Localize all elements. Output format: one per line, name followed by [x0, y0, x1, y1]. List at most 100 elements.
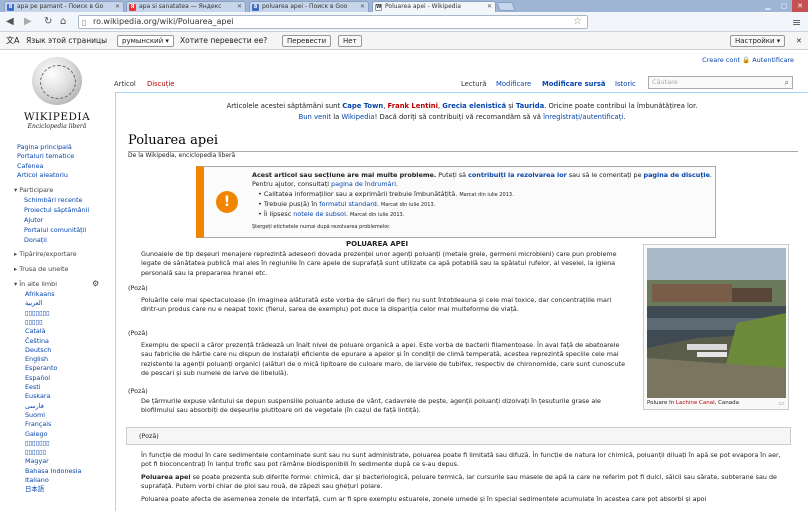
sidebar-item-portals[interactable]: Portaluri tematice — [17, 152, 74, 160]
language-link[interactable]: Čeština — [25, 337, 49, 345]
sidebar-item-cafenea[interactable]: Cafenea — [17, 162, 43, 170]
search-icon[interactable]: ⌕ — [785, 77, 789, 88]
bookmark-star-icon[interactable]: ☆ — [573, 16, 582, 28]
issue-date: Marcat din iulie 2013. — [380, 201, 436, 208]
notice-link-frank-lentini[interactable]: Frank Lentini — [388, 102, 438, 110]
browser-tab-4[interactable]: W Poluarea apei - Wikipedia ✕ — [372, 1, 496, 12]
translate-settings-button[interactable]: Настройки ▾ — [730, 35, 786, 47]
language-link[interactable]: Català — [25, 327, 46, 335]
format-link[interactable]: formatul standard — [319, 200, 377, 208]
notice-link-grecia[interactable]: Grecia elenistică — [442, 102, 506, 110]
notice-link-welcome[interactable]: Bun venit — [299, 113, 332, 121]
language-link[interactable]: ▯▯▯▯▯▯▯ — [25, 309, 50, 317]
notice-link-taurida[interactable]: Taurida — [516, 102, 544, 110]
page-title: Poluarea apei — [128, 133, 219, 148]
translate-label: Язык этой страницы — [26, 36, 108, 45]
translate-question: Хотите перевести ее? — [180, 36, 268, 45]
sidebar-item-main-page[interactable]: Pagina principală — [17, 143, 72, 151]
heading-label: Participare — [19, 186, 54, 194]
language-link[interactable]: العربية — [25, 299, 42, 307]
close-tab-icon[interactable]: ✕ — [237, 2, 242, 12]
page-subtitle: De la Wikipedia, enciclopedia liberă — [128, 152, 236, 159]
language-link[interactable]: Esperanto — [25, 364, 57, 372]
personal-tools[interactable]: Creare cont 🔒 Autentificare — [702, 56, 794, 64]
close-window-icon[interactable]: ✕ — [792, 0, 808, 12]
back-icon[interactable]: ◀ — [6, 16, 14, 28]
language-link[interactable]: Magyar — [25, 457, 49, 465]
translate-button[interactable]: Перевести — [282, 35, 332, 47]
language-link[interactable]: Suomi — [25, 411, 45, 419]
search-placeholder: Căutare — [652, 78, 678, 86]
language-link[interactable]: Deutsch — [25, 346, 51, 354]
lachine-canal-link[interactable]: Lachine Canal — [676, 400, 715, 406]
language-link[interactable]: Bahasa Indonesia — [25, 467, 81, 475]
window-controls: ▁ ▢ ✕ — [760, 0, 808, 12]
footnotes-link[interactable]: notele de subsol — [293, 210, 346, 218]
wikipedia-logo[interactable]: WIKIPEDIA Enciclopedia liberă — [12, 57, 102, 137]
enlarge-icon[interactable]: ▭ — [778, 400, 784, 407]
tab-history[interactable]: Istoric — [615, 79, 636, 89]
language-link[interactable]: English — [25, 355, 48, 363]
tab-title: poluarea apei - Поиск в Goo — [262, 3, 348, 10]
language-link[interactable]: ▯▯▯▯▯▯▯ — [25, 439, 50, 447]
tab-edit-source[interactable]: Modificare sursă — [542, 79, 605, 89]
tab-discussion[interactable]: Discuție — [147, 79, 174, 89]
language-link[interactable]: Galego — [25, 430, 48, 438]
notice-link-wikipedia[interactable]: Wikipedia — [341, 113, 374, 121]
language-link[interactable]: ▯▯▯▯▯ — [25, 318, 43, 326]
language-link[interactable]: ▯▯▯▯▯▯ — [25, 448, 46, 456]
wrench-menu-icon[interactable]: ≡ — [792, 16, 801, 29]
heading-label: Trusa de unelte — [19, 265, 69, 273]
sidebar-item-community[interactable]: Portalul comunității — [24, 226, 86, 234]
browser-tab-1[interactable]: 8 apa pe pamant - Поиск в Go ✕ — [4, 1, 124, 12]
language-link[interactable]: Afrikaans — [25, 290, 55, 298]
discussion-link[interactable]: pagina de discuție — [644, 171, 710, 179]
sidebar-item-recent[interactable]: Schimbări recente — [24, 196, 82, 204]
maximize-icon[interactable]: ▢ — [776, 0, 792, 12]
browser-tab-3[interactable]: 8 poluarea apei - Поиск в Goo ✕ — [249, 1, 369, 12]
language-link[interactable]: Eesti — [25, 383, 41, 391]
sidebar-heading-print[interactable]: ▸ Tipărire/exportare — [14, 250, 77, 258]
close-tab-icon[interactable]: ✕ — [487, 2, 492, 12]
gear-icon[interactable]: ⚙ — [92, 279, 99, 288]
notice-link-cape-town[interactable]: Cape Town — [342, 102, 383, 110]
sidebar-heading-languages[interactable]: ▾ În alte limbi — [14, 280, 57, 288]
tab-edit[interactable]: Modificare — [496, 79, 531, 89]
close-tab-icon[interactable]: ✕ — [115, 2, 120, 12]
notice-text: Articolele acestei săptămâni sunt — [226, 102, 343, 110]
close-tab-icon[interactable]: ✕ — [360, 2, 365, 12]
sidebar-heading-tools[interactable]: ▸ Trusa de unelte — [14, 265, 68, 273]
contribute-link[interactable]: contribuiți la rezolvarea lor — [468, 171, 567, 179]
forward-icon[interactable]: ▶ — [24, 16, 32, 28]
tab-read[interactable]: Lectură — [461, 79, 487, 89]
new-tab-button[interactable] — [496, 2, 516, 11]
lachine-canal-photo[interactable] — [647, 248, 786, 398]
browser-toolbar: ◀ ▶ ↻ ⌂ ▯ ro.wikipedia.org/wiki/Poluarea… — [0, 12, 808, 32]
language-link[interactable]: 日本語 — [25, 485, 44, 493]
address-bar[interactable]: ▯ ro.wikipedia.org/wiki/Poluarea_apei ☆ — [78, 15, 588, 29]
language-link[interactable]: Español — [25, 374, 50, 382]
close-infobar-icon[interactable]: ✕ — [796, 32, 802, 50]
sidebar-heading-participare[interactable]: ▾ Participare — [14, 186, 53, 194]
issue-date: Marcat din iulie 2013. — [349, 212, 405, 219]
language-link[interactable]: Italiano — [25, 476, 49, 484]
reload-icon[interactable]: ↻ — [44, 16, 52, 28]
search-input[interactable]: Căutare ⌕ — [648, 76, 793, 89]
no-translate-button[interactable]: Нет — [338, 35, 362, 47]
help-link[interactable]: pagina de îndrumări — [331, 180, 396, 188]
language-link[interactable]: فارسی — [25, 402, 44, 410]
paragraph-7: Poluarea poate afecta de asemenea zonele… — [141, 495, 707, 503]
language-select[interactable]: румынский ▾ — [117, 35, 174, 47]
sidebar-item-help[interactable]: Ajutor — [24, 216, 43, 224]
sidebar-item-project[interactable]: Proiectul săptămânii — [24, 206, 89, 214]
sidebar-item-donate[interactable]: Donații — [24, 236, 47, 244]
sidebar-item-random[interactable]: Articol aleatoriu — [17, 171, 68, 179]
home-icon[interactable]: ⌂ — [60, 16, 66, 28]
browser-tab-2[interactable]: Яapa si sanatatea — Яндекс ✕ — [126, 1, 246, 12]
language-link[interactable]: Français — [25, 420, 51, 428]
paragraph-text: se poate prezenta sub diferite forme: ch… — [141, 473, 777, 491]
language-link[interactable]: Euskara — [25, 392, 50, 400]
minimize-icon[interactable]: ▁ — [760, 0, 776, 12]
notice-link-register[interactable]: înregistrați/autentificați — [543, 113, 623, 121]
tab-article[interactable]: Articol — [114, 79, 136, 89]
